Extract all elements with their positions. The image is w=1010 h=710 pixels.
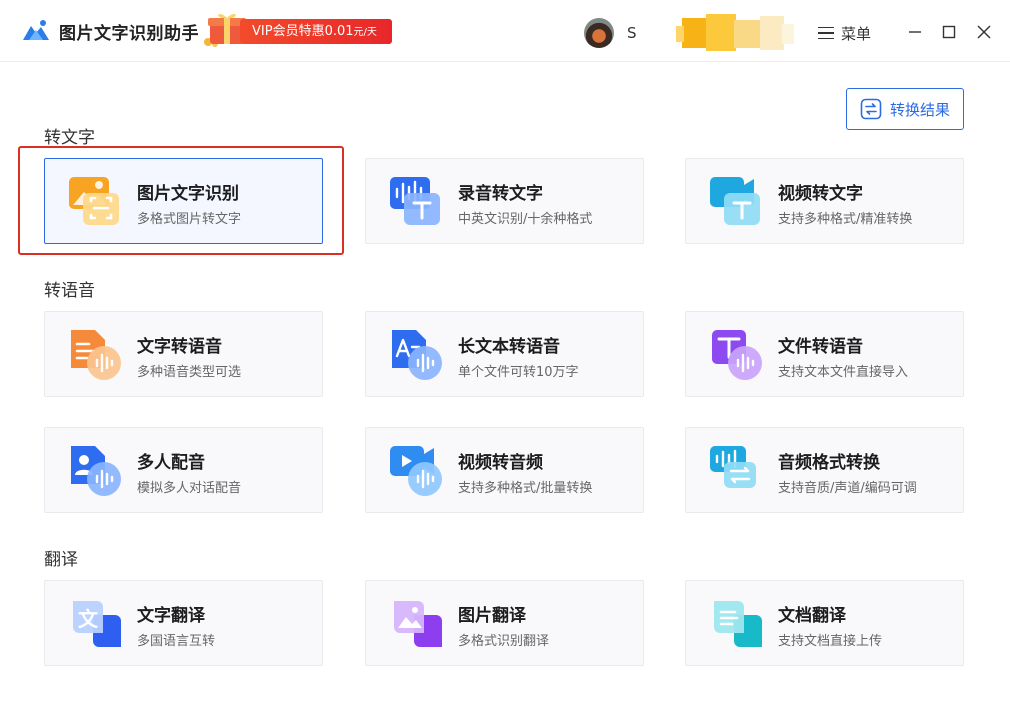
card-description: 多国语言互转	[137, 634, 216, 649]
card-description: 单个文件可转10万字	[458, 365, 579, 380]
card-title: 文字转语音	[137, 337, 222, 357]
card-description: 多格式图片转文字	[137, 212, 242, 227]
card-multi-voice-dubbing[interactable]: 多人配音 模拟多人对话配音	[44, 427, 323, 513]
section-title-to-speech: 转语音	[44, 281, 95, 301]
card-description: 支持多种格式/批量转换	[458, 481, 593, 496]
image-translate-icon	[394, 601, 442, 647]
card-description: 支持多种格式/精准转换	[778, 212, 913, 227]
card-description: 模拟多人对话配音	[137, 481, 242, 496]
card-title: 文件转语音	[778, 337, 863, 357]
card-audio-format-convert[interactable]: 音频格式转换 支持音质/声道/编码可调	[685, 427, 964, 513]
card-title: 文档翻译	[778, 606, 846, 626]
card-title: 长文本转语音	[458, 337, 560, 357]
card-description: 多种语音类型可选	[137, 365, 242, 380]
card-image-ocr[interactable]: 图片文字识别 多格式图片转文字	[44, 158, 323, 244]
mosaic-badge[interactable]	[676, 14, 794, 51]
long-text-to-speech-icon	[392, 330, 442, 380]
card-title: 多人配音	[137, 453, 205, 473]
svg-text:文: 文	[78, 607, 99, 631]
video-to-audio-icon	[390, 446, 442, 496]
card-description: 支持音质/声道/编码可调	[778, 481, 917, 496]
vip-promo-banner[interactable]: VIP会员特惠0.01元/天	[240, 19, 392, 44]
card-document-translate[interactable]: 文档翻译 支持文档直接上传	[685, 580, 964, 666]
app-logo-icon	[23, 20, 49, 40]
maximize-icon[interactable]	[939, 21, 959, 43]
hamburger-icon	[818, 26, 834, 40]
section-title-to-text: 转文字	[44, 128, 95, 148]
card-text-translate[interactable]: 文 文字翻译 多国语言互转	[44, 580, 323, 666]
section-title-translate: 翻译	[44, 550, 78, 570]
card-description: 多格式识别翻译	[458, 634, 550, 649]
vip-promo-label: VIP会员特惠0.01	[252, 24, 354, 39]
document-translate-icon	[714, 601, 762, 647]
card-title: 视频转音频	[458, 453, 543, 473]
conversion-results-button[interactable]: 转换结果	[846, 88, 964, 130]
swap-arrows-icon	[860, 98, 882, 120]
card-description: 中英文识别/十余种格式	[458, 212, 593, 227]
user-avatar[interactable]	[584, 18, 614, 48]
close-icon[interactable]	[974, 21, 994, 43]
card-file-to-speech[interactable]: 文件转语音 支持文本文件直接导入	[685, 311, 964, 397]
card-title: 图片文字识别	[137, 184, 239, 204]
card-video-to-audio[interactable]: 视频转音频 支持多种格式/批量转换	[365, 427, 644, 513]
card-title: 音频格式转换	[778, 453, 880, 473]
card-video-to-text[interactable]: 视频转文字 支持多种格式/精准转换	[685, 158, 964, 244]
text-translate-icon: 文	[73, 601, 121, 647]
card-title: 文字翻译	[137, 606, 205, 626]
card-description: 支持文本文件直接导入	[778, 365, 909, 380]
audio-to-text-icon	[390, 177, 440, 225]
file-to-speech-icon	[712, 330, 762, 380]
conversion-results-label: 转换结果	[889, 100, 950, 119]
minimize-icon[interactable]	[905, 21, 925, 43]
card-long-text-to-speech[interactable]: 长文本转语音 单个文件可转10万字	[365, 311, 644, 397]
vip-promo-unit: 元/天	[353, 27, 377, 38]
audio-format-convert-icon	[710, 446, 756, 488]
card-title: 视频转文字	[778, 184, 863, 204]
video-to-text-icon	[710, 177, 760, 225]
card-image-translate[interactable]: 图片翻译 多格式识别翻译	[365, 580, 644, 666]
card-title: 录音转文字	[458, 184, 543, 204]
card-text-to-speech[interactable]: 文字转语音 多种语音类型可选	[44, 311, 323, 397]
user-name[interactable]: S	[627, 24, 637, 42]
image-ocr-icon	[69, 177, 119, 225]
multi-voice-dubbing-icon	[71, 446, 121, 496]
menu-button[interactable]: 菜单	[818, 22, 871, 44]
card-audio-to-text[interactable]: 录音转文字 中英文识别/十余种格式	[365, 158, 644, 244]
card-title: 图片翻译	[458, 606, 526, 626]
menu-label: 菜单	[841, 24, 872, 43]
card-description: 支持文档直接上传	[778, 634, 883, 649]
text-to-speech-icon	[71, 330, 121, 380]
title-bar: 图片文字识别助手 VIP会员特惠0.01元/天 S 菜单	[0, 0, 1010, 62]
app-title: 图片文字识别助手	[59, 24, 199, 44]
